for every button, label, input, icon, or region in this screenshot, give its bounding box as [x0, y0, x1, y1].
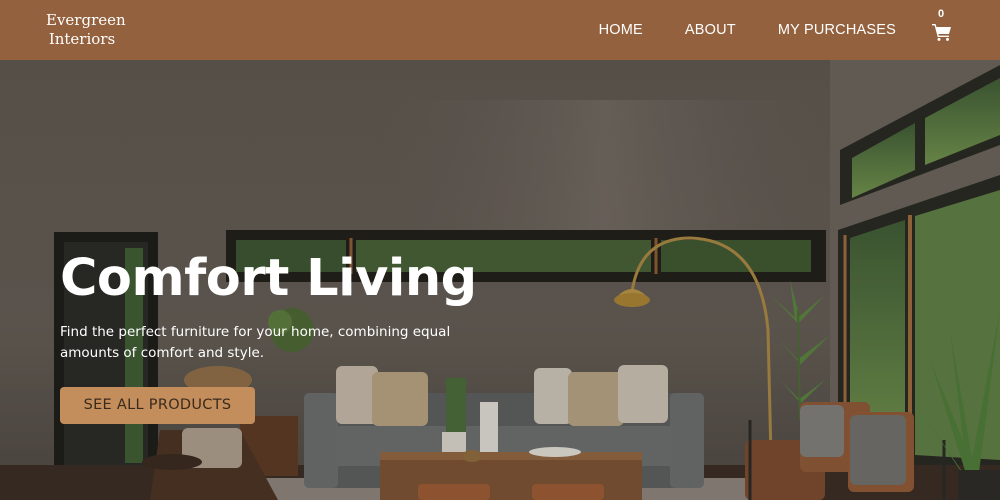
nav-home[interactable]: HOME — [599, 22, 643, 38]
cart-count-badge: 0 — [938, 8, 945, 20]
nav-about[interactable]: ABOUT — [685, 22, 736, 38]
main-nav: HOME ABOUT MY PURCHASES 0 — [599, 8, 954, 41]
cart-button[interactable]: 0 — [932, 8, 954, 41]
shopping-cart-icon — [932, 24, 951, 41]
top-navbar: Evergreen Interiors HOME ABOUT MY PURCHA… — [0, 0, 1000, 60]
brand-logo[interactable]: Evergreen Interiors — [46, 11, 126, 49]
nav-my-purchases[interactable]: MY PURCHASES — [778, 22, 896, 38]
see-all-products-button[interactable]: SEE ALL PRODUCTS — [60, 387, 255, 424]
hero-content: Comfort Living Find the perfect furnitur… — [60, 248, 477, 424]
hero-section: Comfort Living Find the perfect furnitur… — [0, 60, 1000, 500]
hero-subtitle: Find the perfect furniture for your home… — [60, 324, 451, 361]
brand-line-1: Evergreen — [46, 11, 126, 29]
brand-line-2: Interiors — [48, 30, 116, 48]
hero-title: Comfort Living — [60, 249, 477, 308]
